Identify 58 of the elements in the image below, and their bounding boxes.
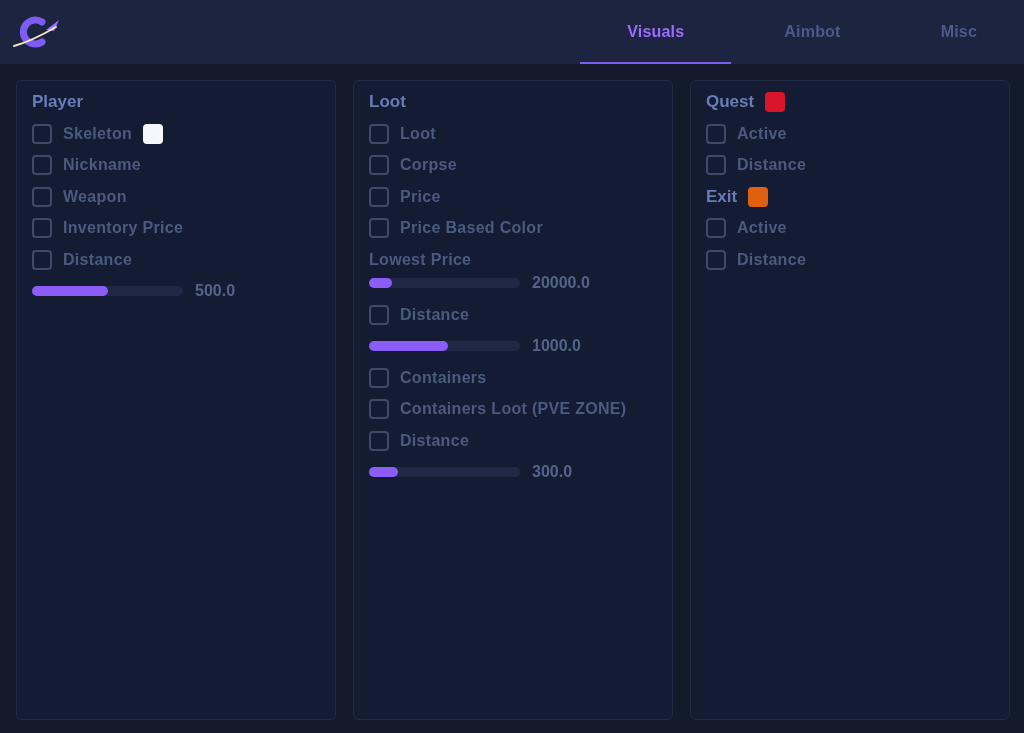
checkbox-label: Price Based Color xyxy=(400,219,543,237)
checkbox-label: Skeleton xyxy=(63,124,133,143)
section-title: Player xyxy=(32,92,84,112)
tab[interactable]: Visuals xyxy=(580,0,732,64)
checkbox-label: Distance xyxy=(63,250,133,269)
slider-track[interactable] xyxy=(369,467,520,477)
section-title: Loot xyxy=(369,92,406,112)
slider-track[interactable] xyxy=(32,286,183,296)
checkbox[interactable] xyxy=(32,218,52,238)
slider-track[interactable] xyxy=(369,341,520,351)
checkbox[interactable] xyxy=(706,218,726,238)
tab[interactable]: Aimbot xyxy=(737,0,888,64)
checkbox-label: Containers xyxy=(400,368,487,387)
slider-fill[interactable] xyxy=(369,278,392,288)
checkbox-label: Distance xyxy=(737,156,807,174)
checkbox[interactable] xyxy=(706,123,726,144)
checkbox-label: Distance xyxy=(400,431,470,450)
checkbox[interactable] xyxy=(706,249,726,270)
slider-track[interactable] xyxy=(369,278,520,288)
checkbox[interactable] xyxy=(706,155,726,175)
checkbox-label: Weapon xyxy=(63,187,127,206)
logo-icon xyxy=(12,13,62,51)
slider-value: 300.0 xyxy=(532,463,573,481)
slider-value: 500.0 xyxy=(195,282,236,300)
checkbox-label: Active xyxy=(737,219,787,237)
checkbox[interactable] xyxy=(369,399,389,419)
checkbox-label: Inventory Price xyxy=(63,219,184,237)
slider-fill[interactable] xyxy=(369,467,398,477)
checkbox-label: Price xyxy=(400,187,441,206)
checkbox[interactable] xyxy=(369,218,389,238)
checkbox-label: Distance xyxy=(737,250,807,269)
slider-fill[interactable] xyxy=(32,286,108,296)
checkbox[interactable] xyxy=(369,155,389,175)
color-swatch-icon[interactable] xyxy=(765,92,786,112)
checkbox[interactable] xyxy=(369,123,389,144)
checkbox[interactable] xyxy=(32,249,52,270)
section-title: Exit xyxy=(706,186,738,207)
checkbox[interactable] xyxy=(369,367,389,388)
checkbox[interactable] xyxy=(369,186,389,207)
checkbox[interactable] xyxy=(32,155,52,175)
checkbox-label: Distance xyxy=(400,305,470,324)
checkbox[interactable] xyxy=(369,430,389,451)
checkbox-label: Active xyxy=(737,124,787,143)
field-label: Lowest Price xyxy=(369,250,472,269)
checkbox-label: Nickname xyxy=(63,156,141,174)
section-title: Quest xyxy=(706,92,755,112)
color-swatch-icon[interactable] xyxy=(143,123,164,144)
checkbox[interactable] xyxy=(32,186,52,207)
slider-value: 20000.0 xyxy=(532,274,590,292)
checkbox-label: Loot xyxy=(400,124,436,143)
checkbox-label: Containers Loot (PVE ZONE) xyxy=(400,400,627,418)
slider-value: 1000.0 xyxy=(532,337,581,355)
checkbox-label: Corpse xyxy=(400,156,457,174)
checkbox[interactable] xyxy=(32,123,52,144)
slider-fill[interactable] xyxy=(369,341,448,351)
checkbox[interactable] xyxy=(369,304,389,325)
color-swatch-icon[interactable] xyxy=(748,186,769,207)
tab[interactable]: Misc xyxy=(893,0,1024,64)
